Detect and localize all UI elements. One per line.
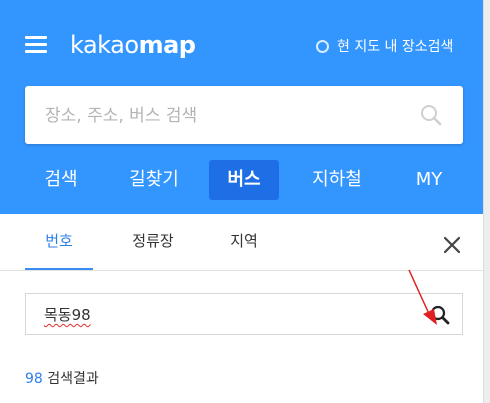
close-icon[interactable]: [443, 236, 461, 254]
nearby-search-toggle[interactable]: 현 지도 내 장소검색: [316, 36, 453, 56]
tab-my[interactable]: MY: [400, 160, 458, 200]
place-search-box: [25, 86, 463, 146]
subtab-region[interactable]: 지역: [213, 214, 275, 269]
main-nav-tabs: 검색 길찾기 버스 지하철 MY: [0, 160, 483, 200]
bus-number-search-box[interactable]: 목동98: [25, 293, 463, 335]
nearby-search-label: 현 지도 내 장소검색: [337, 39, 454, 55]
radio-icon[interactable]: [316, 39, 329, 53]
place-search-input[interactable]: [43, 86, 427, 146]
hamburger-menu-icon[interactable]: [25, 36, 47, 53]
tab-directions[interactable]: 길찾기: [116, 160, 192, 200]
tab-subway[interactable]: 지하철: [300, 160, 374, 200]
kakaomap-logo[interactable]: kakaomap: [70, 28, 196, 62]
bus-subtabs: 번호 정류장 지역: [0, 214, 483, 271]
tab-search[interactable]: 검색: [26, 160, 96, 200]
subtab-stop[interactable]: 정류장: [118, 214, 188, 269]
app-header: kakaomap 현 지도 내 장소검색 검색 길찾기 버스 지하철 MY: [0, 0, 483, 214]
result-label: 검색결과: [42, 371, 99, 387]
search-result-count: 98 검색결과: [25, 368, 99, 388]
tab-bus[interactable]: 버스: [209, 160, 279, 200]
bus-number-input[interactable]: 목동98: [44, 294, 91, 336]
subtab-number[interactable]: 번호: [25, 214, 93, 270]
result-number: 98: [25, 371, 43, 387]
search-icon[interactable]: [430, 305, 450, 325]
scrollbar[interactable]: [483, 0, 490, 403]
search-icon[interactable]: [419, 103, 443, 127]
